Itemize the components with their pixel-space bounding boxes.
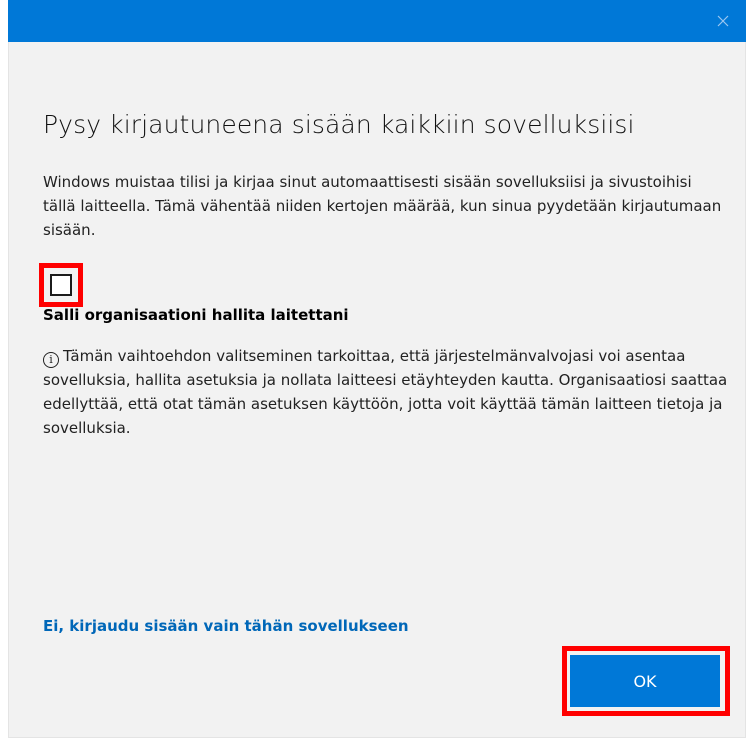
info-text: Tämän vaihtoehdon valitseminen tarkoitta… [43,347,728,437]
checkbox-box [50,274,72,296]
manage-device-checkbox[interactable] [39,263,83,307]
close-icon [717,15,729,27]
info-icon: i [43,352,59,368]
dialog-description: Windows muistaa tilisi ja kirjaa sinut a… [43,173,722,239]
dialog-window: Pysy kirjautuneena sisään kaikkiin sovel… [8,0,746,738]
ok-button[interactable]: OK [570,655,720,707]
manage-device-checkbox-label[interactable]: Salli organisaationi hallita laitettani [43,306,349,324]
info-text-block: i Tämän vaihtoehdon valitseminen tarkoitt… [43,344,728,440]
title-bar [8,0,746,42]
close-button[interactable] [700,0,746,42]
sign-in-this-app-only-link[interactable]: Ei, kirjaudu sisään vain tähän sovelluks… [43,617,409,635]
dialog-heading: Pysy kirjautuneena sisään kaikkiin sovel… [43,110,635,139]
